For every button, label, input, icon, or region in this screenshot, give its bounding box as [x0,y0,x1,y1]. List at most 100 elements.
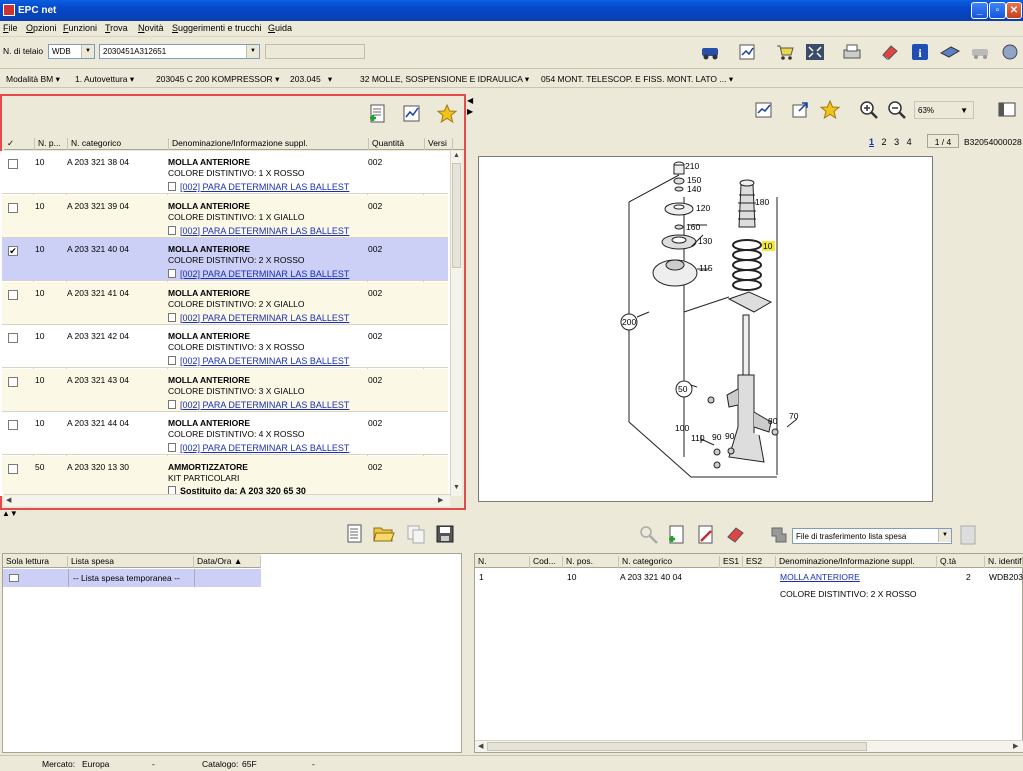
breadcrumb-engine[interactable]: 203.045 ▾ [290,74,332,85]
close-button[interactable]: ✕ [1006,2,1022,19]
fullscreen-icon[interactable] [803,41,827,63]
panel-toggle-icon[interactable] [995,99,1019,121]
col-check[interactable]: ✓ [4,138,35,150]
table-row[interactable]: 10 A 203 321 39 04 MOLLA ANTERIORE COLORE D… [2,194,448,238]
add-part-icon[interactable] [665,524,689,546]
col-qty[interactable]: Quantità [369,138,425,150]
menu-trova[interactable]: Trova [105,23,128,33]
menu-opzioni[interactable]: Opzioni [26,23,57,33]
col-description[interactable]: Denominazione/Informazione suppl. [776,556,937,568]
page-link-4[interactable]: 4 [907,137,912,147]
splitter-left-arrow[interactable]: ◀ [467,96,473,105]
table-row[interactable]: 50 A 203 320 13 30 AMMORTIZZATORE KIT PARTI… [2,455,448,496]
row-checkbox[interactable] [8,333,18,343]
col-datetime[interactable]: Data/Ora ▲ [194,556,261,568]
table-row[interactable]: 1 10 A 203 321 40 04 MOLLA ANTERIORE COL… [475,569,1023,603]
col-catnum[interactable]: N. categorico [619,556,720,568]
col-description[interactable]: Denominazione/Informazione suppl. [169,138,369,150]
zoom-select[interactable]: 63% ▼ [914,101,974,119]
menu-guida[interactable]: Guida [268,23,292,33]
menu-suggerimenti[interactable]: Suggerimenti e trucchi [172,23,262,33]
col-n[interactable]: N. [475,556,530,568]
transfer-file-select[interactable]: File di trasferimento lista spesa ▼ [792,528,952,544]
maximize-button[interactable]: ▫ [989,2,1006,19]
edit-part-icon[interactable] [694,524,718,546]
page-link-1[interactable]: 1 [869,137,874,147]
info-icon[interactable]: i [908,41,932,63]
splitter-right-arrow[interactable]: ▶ [467,107,473,116]
row-checkbox[interactable] [8,463,18,474]
zoom-in-icon[interactable] [857,99,881,121]
col-es1[interactable]: ES1 [720,556,743,568]
row-checkbox[interactable] [8,420,18,430]
col-readonly[interactable]: Sola lettura [3,556,68,568]
row-checkbox[interactable] [8,159,18,169]
col-catnum[interactable]: N. categorico [68,138,169,150]
table-row[interactable]: ✔ 10 A 203 321 40 04 MOLLA ANTERIORE COLORE … [2,238,448,281]
eraser-icon[interactable] [878,41,902,63]
breadcrumb-subgroup[interactable]: 054 MONT. TELESCOP. E FISS. MONT. LATO .… [541,74,733,85]
list-scrollbar-h[interactable]: ◀ ▶ [475,740,1023,752]
parts-scrollbar-v[interactable]: ▲ ▼ [450,151,462,496]
footnote-link[interactable]: [002] PARA DETERMINAR LAS BALLEST [168,312,349,323]
chassis-prefix-select[interactable]: WDB ▼ [48,44,95,59]
zoom-out-icon[interactable] [885,99,909,121]
col-ident[interactable]: N. identif [985,556,1023,568]
minimize-button[interactable]: _ [971,2,988,19]
breadcrumb-model[interactable]: 203045 C 200 KOMPRESSOR ▾ [156,74,279,85]
favorite-star-icon[interactable] [818,99,842,121]
vehicle-icon[interactable] [698,41,722,63]
row-checkbox[interactable] [8,376,18,387]
book-icon[interactable] [938,41,962,63]
favorite-star-icon[interactable] [435,103,459,125]
chassis-number-input[interactable]: 2030451A312651 ▼ [99,44,260,59]
list-item[interactable]: -- Lista spesa temporanea -- [3,569,261,587]
row-checkbox[interactable] [8,202,18,213]
notes-icon[interactable] [736,41,760,63]
breadcrumb-mode[interactable]: Modalità BM ▾ [6,74,60,85]
footnote-link[interactable]: [002] PARA DETERMINAR LAS BALLEST [168,269,349,279]
menu-novita[interactable]: Novità [138,23,164,33]
row-checkbox[interactable] [8,289,18,300]
row-part-link[interactable]: MOLLA ANTERIORE [780,572,860,582]
export-image-icon[interactable] [788,99,812,121]
footnote-link[interactable]: [002] PARA DETERMINAR LAS BALLEST [168,182,349,192]
add-to-list-icon[interactable] [366,103,390,125]
col-version[interactable]: Versi [425,138,453,150]
page-link-3[interactable]: 3 [894,137,899,147]
eraser-icon[interactable] [724,524,748,546]
table-row[interactable]: 10 A 203 321 42 04 MOLLA ANTERIORE COLORE D… [2,325,448,368]
table-row[interactable]: 10 A 203 321 41 04 MOLLA ANTERIORE COLORE D… [2,281,448,325]
footnote-link[interactable]: [002] PARA DETERMINAR LAS BALLEST [168,225,349,236]
col-pos[interactable]: N. p... [35,138,68,150]
table-row[interactable]: 10 A 203 321 38 04 MOLLA ANTERIORE COLORE D… [2,151,448,194]
save-icon[interactable] [433,523,457,545]
col-list-name[interactable]: Lista spesa [68,556,194,568]
new-list-icon[interactable] [343,523,367,545]
parts-scrollbar-h[interactable]: ◀ ▶ [4,494,450,506]
notes-edit-icon[interactable] [400,103,424,125]
footnote-link[interactable]: [002] PARA DETERMINAR LAS BALLEST [168,443,349,453]
row-checkbox[interactable]: ✔ [8,246,18,256]
col-pos[interactable]: N. pos. [563,556,619,568]
menu-funzioni[interactable]: Funzioni [63,23,97,33]
col-code[interactable]: Cod... [530,556,563,568]
printer-icon[interactable] [840,41,864,63]
menu-file[interactable]: File [3,23,18,33]
splitter-updown-arrows[interactable]: ▲▼ [2,509,18,518]
notes-edit-icon[interactable] [752,99,776,121]
table-row[interactable]: 10 A 203 321 44 04 MOLLA ANTERIORE COLORE D… [2,412,448,455]
breadcrumb-class[interactable]: 1. Autovettura ▾ [75,74,134,85]
table-row[interactable]: 10 A 203 321 43 04 MOLLA ANTERIORE COLORE D… [2,368,448,412]
scroll-thumb[interactable] [452,163,461,268]
scroll-thumb[interactable] [487,742,867,751]
col-es2[interactable]: ES2 [743,556,776,568]
service-icon[interactable] [998,41,1022,63]
open-folder-icon[interactable] [372,523,396,545]
page-link-2[interactable]: 2 [882,137,887,147]
footnote-link[interactable]: [002] PARA DETERMINAR LAS BALLEST [168,356,349,366]
col-qty[interactable]: Q.tà [937,556,985,568]
cart-icon[interactable] [773,41,797,63]
footnote-link[interactable]: [002] PARA DETERMINAR LAS BALLEST [168,399,349,410]
breadcrumb-group[interactable]: 32 MOLLE, SOSPENSIONE E IDRAULICA ▾ [360,74,529,85]
